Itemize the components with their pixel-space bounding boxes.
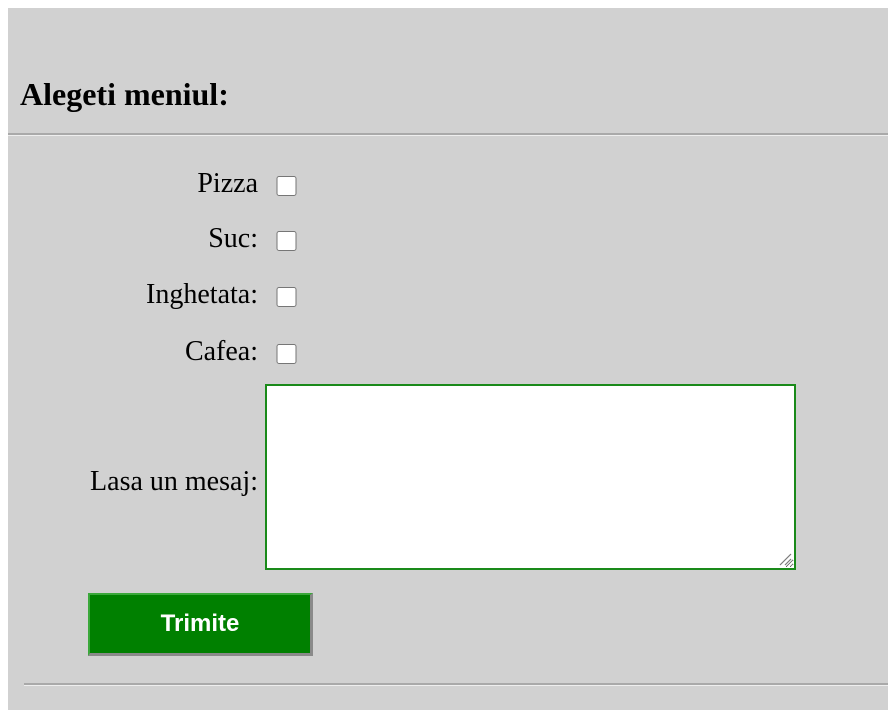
message-label: Lasa un mesaj: — [90, 466, 258, 497]
form-title: Alegeti meniul: — [20, 76, 229, 112]
suc-label: Suc: — [208, 223, 258, 254]
suc-checkbox[interactable] — [273, 231, 300, 251]
cafea-label: Cafea: — [184, 336, 258, 367]
cafea-checkbox[interactable] — [273, 344, 300, 364]
inghetata-checkbox[interactable] — [273, 287, 300, 307]
pizza-label: Pizza — [197, 168, 258, 199]
pizza-checkbox[interactable] — [273, 176, 300, 196]
bottom-divider — [24, 683, 888, 686]
inghetata-label: Inghetata: — [146, 279, 258, 310]
submit-button[interactable]: Trimite — [88, 593, 313, 656]
menu-form-panel: Alegeti meniul: Pizza Suc: Inghetata: Ca… — [8, 8, 888, 710]
message-textarea[interactable] — [265, 384, 796, 570]
top-divider — [8, 133, 888, 136]
